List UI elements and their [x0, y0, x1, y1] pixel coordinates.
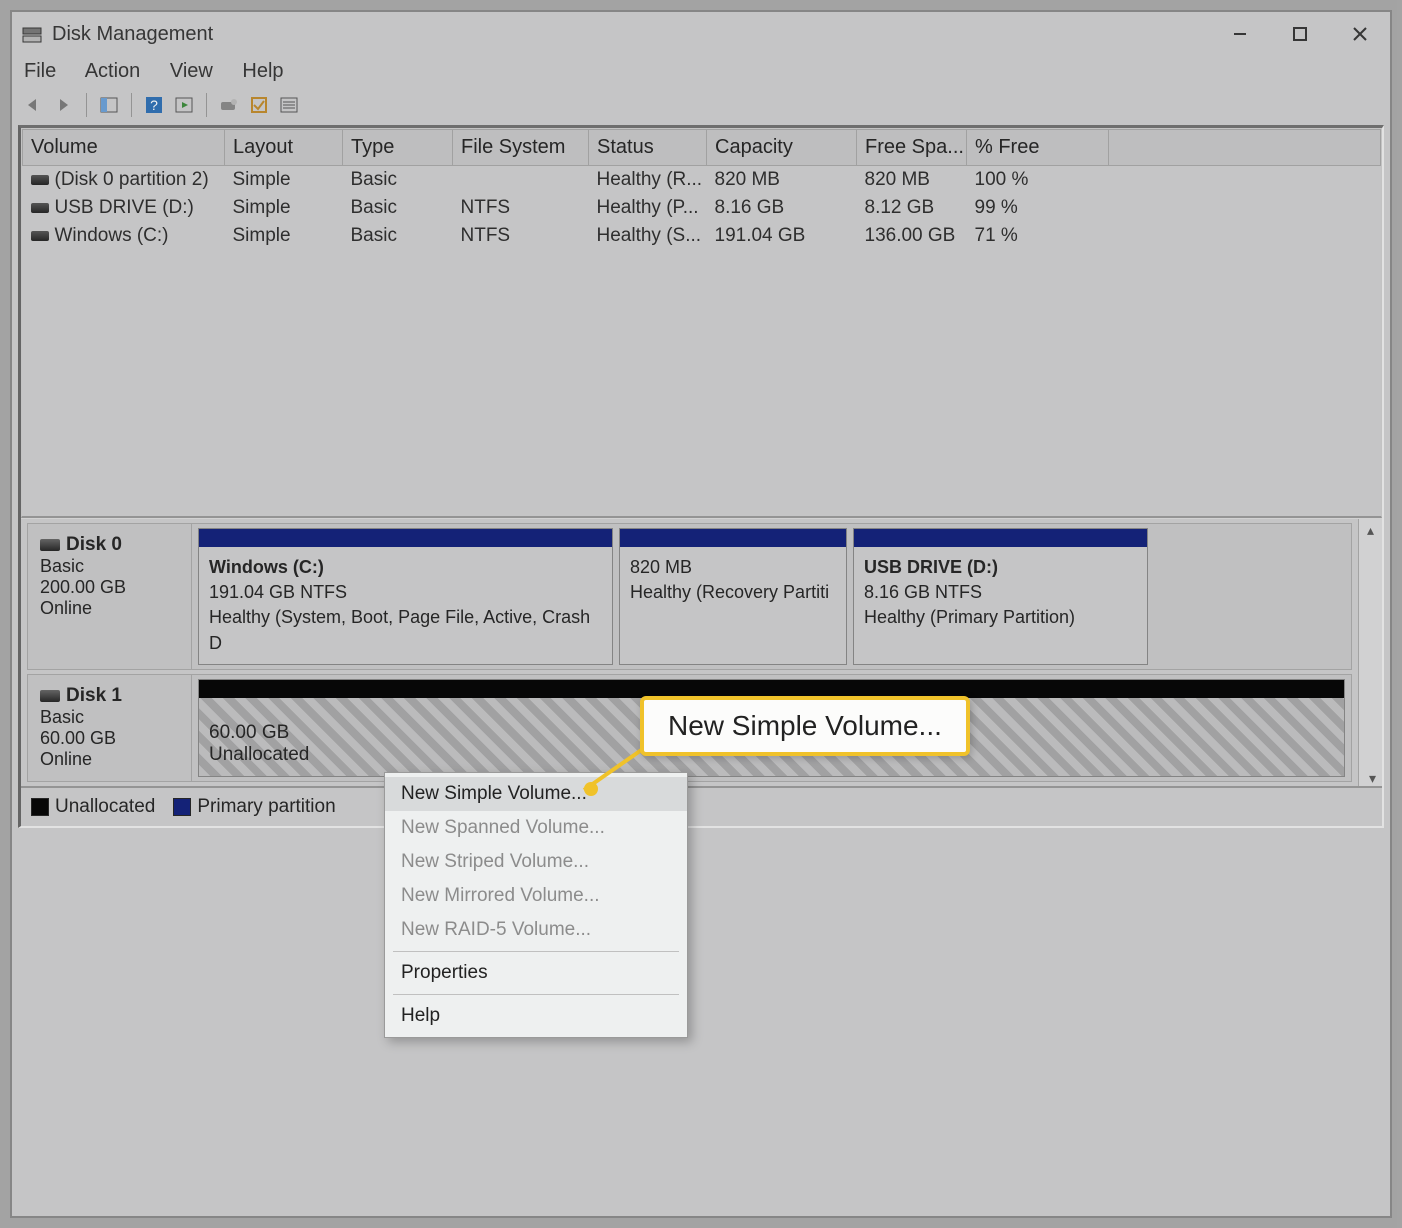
legend-swatch-primary: [173, 798, 191, 816]
table-row[interactable]: (Disk 0 partition 2)SimpleBasicHealthy (…: [23, 166, 1381, 195]
col-free-space[interactable]: Free Spa...: [857, 130, 967, 166]
show-hide-console-tree-icon[interactable]: [95, 91, 123, 119]
volume-icon: [31, 203, 49, 213]
legend: Unallocated Primary partition: [21, 786, 1382, 826]
svg-text:?: ?: [150, 97, 158, 113]
action-pane-icon[interactable]: [170, 91, 198, 119]
col-percent-free[interactable]: % Free: [967, 130, 1109, 166]
disk-header[interactable]: Disk 1Basic60.00 GBOnline: [28, 675, 192, 781]
disk-graphical-view: Disk 0Basic200.00 GBOnlineWindows (C:)19…: [21, 518, 1382, 826]
menu-action[interactable]: Action: [85, 60, 141, 82]
menu-help[interactable]: Help: [242, 60, 283, 82]
maximize-button[interactable]: [1270, 12, 1330, 56]
table-header-row[interactable]: Volume Layout Type File System Status Ca…: [23, 130, 1381, 166]
context-menu-item: New Mirrored Volume...: [385, 879, 687, 913]
forward-button[interactable]: [50, 91, 78, 119]
scroll-up-icon[interactable]: ▴: [1359, 519, 1382, 541]
partition[interactable]: Windows (C:)191.04 GB NTFSHealthy (Syste…: [198, 528, 613, 665]
refresh-icon[interactable]: [215, 91, 243, 119]
col-layout[interactable]: Layout: [225, 130, 343, 166]
legend-swatch-unallocated: [31, 798, 49, 816]
callout-pointer-dot: [584, 782, 598, 796]
col-file-system[interactable]: File System: [453, 130, 589, 166]
table-row[interactable]: USB DRIVE (D:)SimpleBasicNTFSHealthy (P.…: [23, 194, 1381, 222]
context-menu-item[interactable]: Properties: [385, 956, 687, 990]
callout-highlight: New Simple Volume...: [640, 696, 970, 756]
disk-icon: [40, 690, 60, 702]
partition[interactable]: 820 MBHealthy (Recovery Partiti: [619, 528, 847, 665]
disk-row: Disk 0Basic200.00 GBOnlineWindows (C:)19…: [27, 523, 1352, 670]
context-menu: New Simple Volume...New Spanned Volume..…: [384, 772, 688, 1038]
context-menu-item: New RAID-5 Volume...: [385, 913, 687, 947]
context-menu-item: New Striped Volume...: [385, 845, 687, 879]
menubar: File Action View Help: [12, 56, 1390, 91]
scroll-down-icon[interactable]: ▾: [1369, 768, 1376, 790]
disk-icon: [40, 539, 60, 551]
col-volume[interactable]: Volume: [23, 130, 225, 166]
menu-file[interactable]: File: [24, 60, 56, 82]
toolbar: ?: [12, 91, 1390, 125]
volume-icon: [31, 175, 49, 185]
back-button[interactable]: [20, 91, 48, 119]
col-capacity[interactable]: Capacity: [707, 130, 857, 166]
scrollbar[interactable]: ▴ ▾: [1358, 519, 1382, 786]
close-button[interactable]: [1330, 12, 1390, 56]
titlebar[interactable]: Disk Management: [12, 12, 1390, 56]
context-menu-item[interactable]: Help: [385, 999, 687, 1033]
list-icon[interactable]: [275, 91, 303, 119]
volume-icon: [31, 231, 49, 241]
partition[interactable]: USB DRIVE (D:)8.16 GB NTFSHealthy (Prima…: [853, 528, 1148, 665]
legend-label-primary: Primary partition: [197, 796, 335, 817]
col-type[interactable]: Type: [343, 130, 453, 166]
window-title: Disk Management: [52, 23, 1210, 46]
checkbox-icon[interactable]: [245, 91, 273, 119]
disk-header[interactable]: Disk 0Basic200.00 GBOnline: [28, 524, 192, 669]
app-icon: [22, 24, 42, 44]
minimize-button[interactable]: [1210, 12, 1270, 56]
disk-management-window: Disk Management File Action View Help ?: [10, 10, 1392, 1218]
menu-view[interactable]: View: [170, 60, 213, 82]
help-icon[interactable]: ?: [140, 91, 168, 119]
context-menu-item: New Spanned Volume...: [385, 811, 687, 845]
legend-label-unallocated: Unallocated: [55, 796, 155, 817]
volume-list[interactable]: Volume Layout Type File System Status Ca…: [21, 128, 1382, 518]
callout-text: New Simple Volume...: [668, 710, 942, 741]
col-status[interactable]: Status: [589, 130, 707, 166]
table-row[interactable]: Windows (C:)SimpleBasicNTFSHealthy (S...…: [23, 222, 1381, 250]
